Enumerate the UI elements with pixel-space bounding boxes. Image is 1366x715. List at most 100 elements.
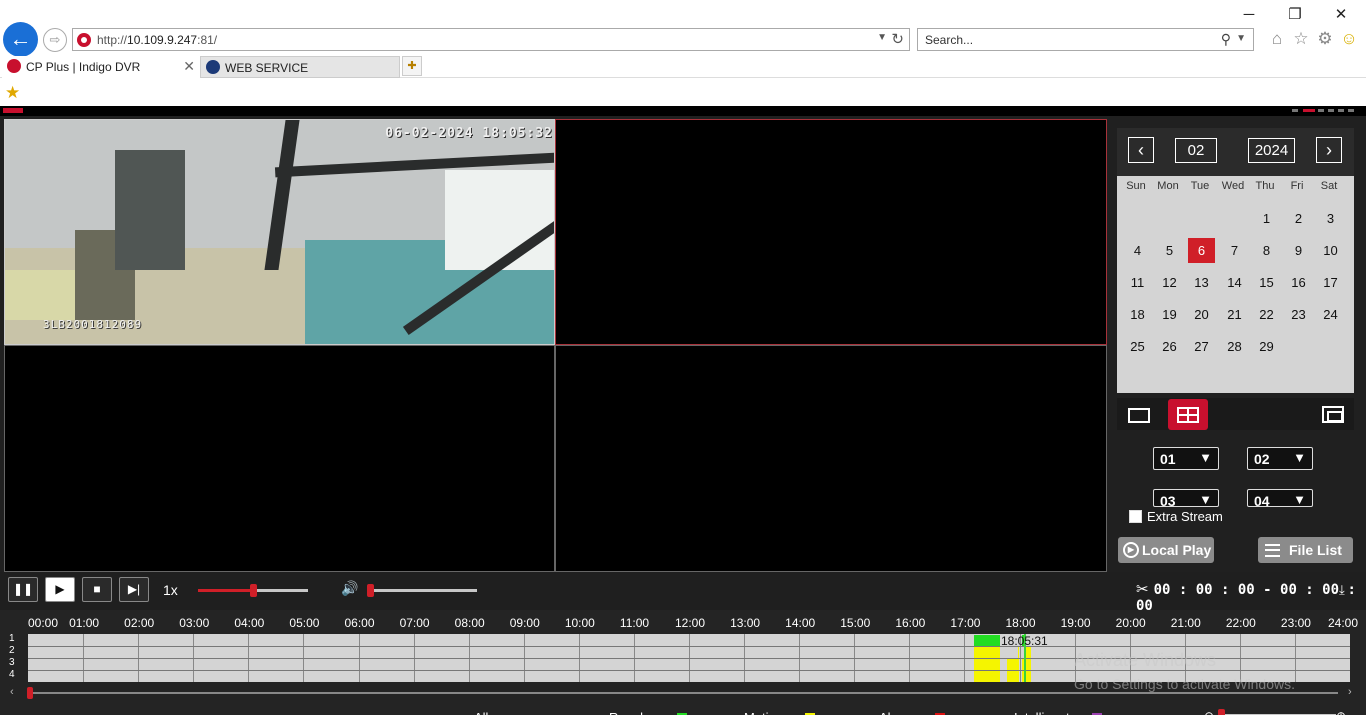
calendar-day[interactable]: 10 [1317, 238, 1344, 263]
calendar-day[interactable]: 14 [1221, 270, 1248, 295]
header-icon[interactable] [1328, 109, 1334, 112]
local-play-button[interactable]: ▶ Local Play [1118, 537, 1214, 563]
calendar-day[interactable]: 24 [1317, 302, 1344, 327]
channel-select-3[interactable]: 03 ▼ [1153, 489, 1219, 507]
video-window-1[interactable]: 06-02-2024 18:05:32 3LB2001812089 [4, 119, 555, 345]
next-frame-button[interactable]: ▶| [119, 577, 149, 602]
add-favorites-icon[interactable]: ★ [5, 83, 20, 103]
video-window-3[interactable] [4, 345, 555, 572]
calendar-day[interactable]: 27 [1188, 334, 1215, 359]
stop-button[interactable]: ■ [82, 577, 112, 602]
header-icon[interactable] [1292, 109, 1298, 112]
back-button[interactable]: ← [3, 22, 38, 57]
feedback-smiley-icon[interactable]: ☺ [1339, 29, 1359, 49]
calendar-day[interactable]: 4 [1124, 238, 1151, 263]
calendar-day[interactable]: 17 [1317, 270, 1344, 295]
restore-button[interactable]: ❐ [1272, 4, 1318, 26]
search-icon[interactable]: ⚲ [1221, 31, 1231, 48]
extra-stream-option[interactable]: Extra Stream [1129, 509, 1223, 524]
prev-month-button[interactable]: ‹ [1128, 137, 1154, 163]
calendar-day[interactable]: 29 [1253, 334, 1280, 359]
download-icon[interactable]: ⤓ [1339, 582, 1345, 598]
calendar-day[interactable]: 21 [1221, 302, 1248, 327]
quad-view-button[interactable] [1168, 399, 1208, 430]
timeline-scrollbar[interactable] [28, 692, 1338, 694]
forward-button[interactable]: ⇨ [43, 28, 67, 52]
header-icon[interactable] [1348, 109, 1354, 112]
calendar-day[interactable]: 15 [1253, 270, 1280, 295]
recording-segment[interactable] [973, 647, 1001, 658]
calendar-day[interactable]: 3 [1317, 206, 1344, 231]
recording-segment[interactable] [1017, 647, 1020, 658]
slider-handle[interactable] [250, 584, 257, 597]
legend-filter-motion[interactable]: ✔Motion [728, 710, 816, 715]
next-month-button[interactable]: › [1316, 137, 1342, 163]
slider-handle[interactable] [1218, 709, 1225, 715]
slider-handle[interactable] [367, 584, 374, 597]
recording-segment[interactable] [973, 671, 1001, 682]
minimize-button[interactable]: ─ [1226, 4, 1272, 26]
legend-filter-all[interactable]: ✔All [458, 710, 488, 715]
calendar-day[interactable]: 25 [1124, 334, 1151, 359]
calendar-day[interactable]: 11 [1124, 270, 1151, 295]
file-list-button[interactable]: File List [1258, 537, 1353, 563]
video-window-2[interactable] [555, 119, 1107, 345]
settings-gear-icon[interactable]: ⚙ [1315, 29, 1335, 49]
tab-web-service[interactable]: WEB SERVICE [200, 56, 400, 78]
scissors-icon[interactable]: ✂ [1136, 580, 1149, 598]
calendar-day-selected[interactable]: 6 [1188, 238, 1215, 263]
single-view-button[interactable] [1118, 399, 1158, 430]
recording-segment[interactable] [973, 659, 1001, 670]
calendar-day[interactable]: 22 [1253, 302, 1280, 327]
channel-select-4[interactable]: 04 ▼ [1247, 489, 1313, 507]
timeline-scroll-handle[interactable] [27, 687, 33, 699]
search-box[interactable]: Search... ⚲ ▼ [917, 28, 1254, 51]
extra-stream-checkbox[interactable] [1129, 510, 1142, 523]
video-window-4[interactable] [555, 345, 1107, 572]
channel-select-2[interactable]: 02 ▼ [1247, 447, 1313, 470]
calendar-day[interactable]: 12 [1156, 270, 1183, 295]
calendar-day[interactable]: 8 [1253, 238, 1280, 263]
legend-filter-intelligent[interactable]: ✔Intelligent [998, 710, 1102, 715]
fullscreen-button[interactable] [1313, 399, 1353, 430]
header-icon[interactable] [1338, 109, 1344, 112]
calendar-day[interactable]: 16 [1285, 270, 1312, 295]
calendar-day[interactable]: 18 [1124, 302, 1151, 327]
calendar-day[interactable]: 9 [1285, 238, 1312, 263]
address-bar[interactable]: http://10.109.9.247:81/ ▼ ↻ [72, 28, 910, 51]
recording-segment[interactable] [1007, 671, 1020, 682]
volume-icon[interactable]: 🔊 [341, 580, 358, 597]
year-field[interactable]: 2024 [1248, 138, 1295, 163]
header-icon[interactable] [1303, 109, 1315, 112]
legend-filter-regular[interactable]: ✔Regular [593, 710, 687, 715]
recording-segment[interactable] [1007, 659, 1020, 670]
calendar-day[interactable]: 1 [1253, 206, 1280, 231]
close-window-button[interactable]: ✕ [1318, 4, 1364, 26]
calendar-day[interactable]: 20 [1188, 302, 1215, 327]
playback-speed-slider[interactable] [198, 584, 308, 597]
close-tab-icon[interactable]: ✕ [183, 56, 195, 76]
calendar-day[interactable]: 23 [1285, 302, 1312, 327]
favorites-star-icon[interactable]: ☆ [1291, 29, 1311, 49]
calendar-day[interactable]: 19 [1156, 302, 1183, 327]
recording-segment[interactable] [973, 635, 1001, 646]
home-icon[interactable]: ⌂ [1267, 29, 1287, 49]
volume-slider[interactable] [367, 584, 477, 597]
scroll-left-icon[interactable]: ‹ [10, 686, 14, 698]
month-field[interactable]: 02 [1175, 138, 1217, 163]
refresh-icon[interactable]: ↻ [891, 30, 904, 48]
scroll-right-icon[interactable]: › [1348, 686, 1352, 698]
pause-button[interactable]: ❚❚ [8, 577, 38, 602]
channel-select-1[interactable]: 01 ▼ [1153, 447, 1219, 470]
calendar-day[interactable]: 7 [1221, 238, 1248, 263]
calendar-day[interactable]: 13 [1188, 270, 1215, 295]
calendar-day[interactable]: 26 [1156, 334, 1183, 359]
search-dropdown-icon[interactable]: ▼ [1236, 33, 1246, 44]
tab-cp-plus[interactable]: CP Plus | Indigo DVR ✕ [2, 56, 200, 78]
zoom-in-icon[interactable]: ⊕ [1336, 709, 1346, 715]
calendar-day[interactable]: 28 [1221, 334, 1248, 359]
new-tab-button[interactable]: ✚ [402, 56, 422, 76]
legend-filter-alarm[interactable]: ✔Alarm [863, 710, 945, 715]
address-dropdown-icon[interactable]: ▼ [877, 32, 887, 43]
header-icon[interactable] [1318, 109, 1324, 112]
